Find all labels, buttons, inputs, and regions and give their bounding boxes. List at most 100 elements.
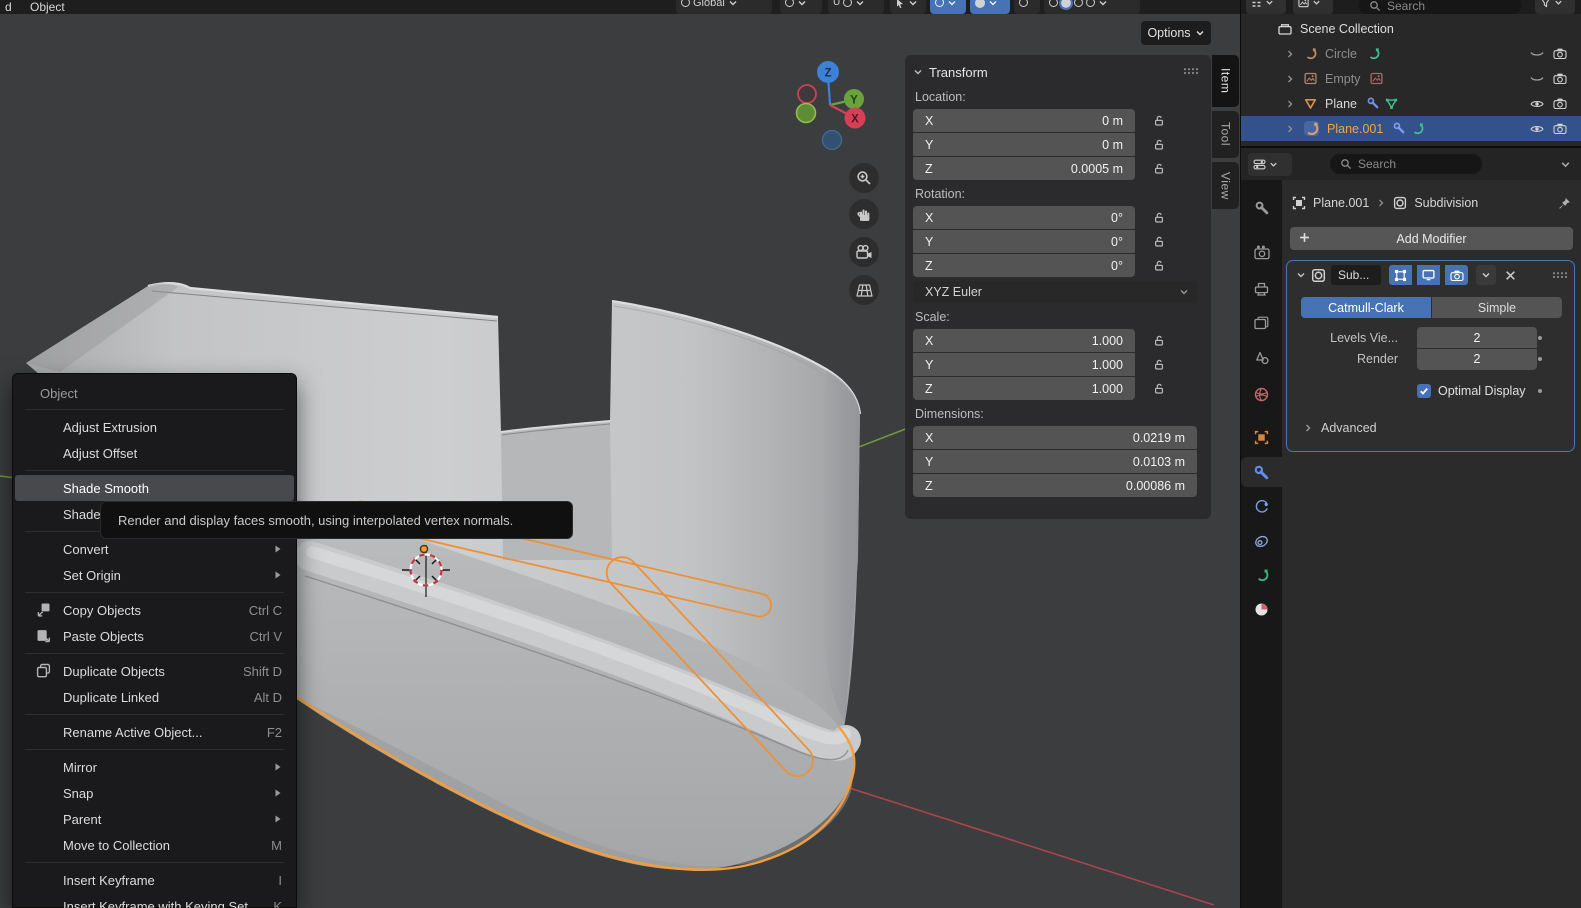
menu-item-insert-keyframe-keying-set[interactable]: Insert Keyframe with Keying SetK: [13, 893, 296, 908]
lock-open-icon[interactable]: [1153, 236, 1165, 248]
tab-object[interactable]: [1241, 422, 1282, 452]
rotation-x-field[interactable]: X0°: [913, 206, 1135, 229]
select-tool-dropdown[interactable]: [890, 0, 926, 14]
editor-divider-horizontal[interactable]: [1241, 146, 1581, 148]
panel-collapse-chevron-icon[interactable]: [913, 67, 923, 77]
outliner-row-scene-collection[interactable]: Scene Collection: [1241, 16, 1581, 41]
camera-visibility-icon[interactable]: [1553, 123, 1567, 134]
rotation-y-field[interactable]: Y0°: [913, 230, 1135, 253]
breadcrumb-panel-name[interactable]: Subdivision: [1414, 196, 1478, 210]
tab-output[interactable]: [1241, 274, 1282, 304]
sidebar-tab-view[interactable]: View: [1212, 162, 1239, 209]
tab-constraints[interactable]: [1241, 526, 1282, 556]
outliner-display-mode-dropdown[interactable]: [1293, 0, 1333, 14]
options-button[interactable]: Options: [1141, 21, 1211, 45]
lock-open-icon[interactable]: [1153, 163, 1165, 175]
menu-item-adjust-offset[interactable]: Adjust Offset: [13, 440, 296, 466]
sidebar-tab-item[interactable]: Item: [1212, 55, 1239, 107]
sidebar-tab-tool[interactable]: Tool: [1212, 111, 1239, 158]
location-z-field[interactable]: Z0.0005 m: [913, 157, 1135, 180]
menu-item-snap[interactable]: Snap: [13, 780, 296, 806]
shading-mode-group[interactable]: [1044, 0, 1140, 14]
tab-modifiers-active[interactable]: [1241, 457, 1282, 487]
lock-open-icon[interactable]: [1153, 212, 1165, 224]
tab-world[interactable]: [1241, 379, 1282, 409]
scale-y-field[interactable]: Y1.000: [913, 353, 1135, 376]
proportional-edit-toggle[interactable]: [930, 0, 966, 14]
tab-view-layer[interactable]: [1241, 308, 1282, 338]
scale-x-field[interactable]: X1.000: [913, 329, 1135, 352]
menu-item-duplicate-linked[interactable]: Duplicate LinkedAlt D: [13, 684, 296, 710]
camera-visibility-icon[interactable]: [1553, 98, 1567, 109]
simple-button[interactable]: Simple: [1432, 297, 1562, 318]
zoom-button[interactable]: [849, 163, 879, 193]
modifier-on-cage-toggle[interactable]: [1389, 265, 1412, 285]
menu-item-insert-keyframe[interactable]: Insert KeyframeI: [13, 867, 296, 893]
tab-material[interactable]: [1241, 594, 1282, 624]
menu-add-partial[interactable]: d: [5, 0, 12, 14]
advanced-subpanel-header[interactable]: Advanced: [1303, 421, 1574, 435]
outliner-filter-dropdown[interactable]: [1535, 0, 1575, 14]
location-y-field[interactable]: Y0 m: [913, 133, 1135, 156]
panel-expand-chevron-icon[interactable]: [1296, 270, 1306, 280]
pin-icon[interactable]: [1558, 197, 1571, 210]
outliner-row-plane-001-selected[interactable]: Plane.001: [1241, 116, 1581, 141]
snap-toggle[interactable]: [970, 0, 1010, 14]
menu-item-set-origin[interactable]: Set Origin: [13, 562, 296, 588]
ortho-grid-button[interactable]: [849, 275, 879, 305]
animate-decorator-dot[interactable]: [1538, 336, 1542, 340]
menu-item-convert[interactable]: Convert: [13, 536, 296, 562]
lock-open-icon[interactable]: [1153, 359, 1165, 371]
location-x-field[interactable]: X0 m: [913, 109, 1135, 132]
chevron-down-icon[interactable]: [1560, 159, 1571, 170]
scale-z-field[interactable]: Z1.000: [913, 377, 1135, 400]
outliner-editor-type-dropdown[interactable]: [1246, 0, 1286, 14]
lock-open-icon[interactable]: [1153, 260, 1165, 272]
properties-search-input[interactable]: Search: [1330, 154, 1482, 174]
menu-item-move-to-collection[interactable]: Move to CollectionM: [13, 832, 296, 858]
catmull-clark-button[interactable]: Catmull-Clark: [1301, 297, 1431, 318]
menu-object[interactable]: Object: [30, 0, 65, 14]
modifier-name-field[interactable]: Sub...: [1331, 265, 1381, 285]
menu-item-shade-smooth[interactable]: Shade Smooth: [15, 475, 294, 501]
add-modifier-button[interactable]: Add Modifier: [1290, 227, 1573, 250]
modifier-realtime-toggle[interactable]: [1417, 265, 1440, 285]
tab-physics[interactable]: [1241, 492, 1282, 522]
pan-button[interactable]: [849, 199, 879, 229]
camera-view-button[interactable]: [849, 237, 879, 267]
tab-object-data[interactable]: [1241, 560, 1282, 590]
menu-item-parent[interactable]: Parent: [13, 806, 296, 832]
lock-open-icon[interactable]: [1153, 335, 1165, 347]
levels-viewport-field[interactable]: 2: [1417, 327, 1537, 348]
snapping-dropdown[interactable]: U: [828, 0, 884, 14]
tab-scene[interactable]: [1241, 343, 1282, 373]
pivot-point-dropdown[interactable]: [780, 0, 822, 14]
menu-item-duplicate-objects[interactable]: Duplicate ObjectsShift D: [13, 658, 296, 684]
outliner-row-empty[interactable]: Empty: [1241, 66, 1581, 91]
modifier-drag-grip-icon[interactable]: [1552, 271, 1568, 279]
rotation-mode-dropdown[interactable]: XYZ Euler: [913, 281, 1197, 303]
eye-closed-icon[interactable]: [1530, 49, 1544, 59]
outliner-search-input[interactable]: Search: [1359, 0, 1521, 14]
eye-closed-icon[interactable]: [1530, 74, 1544, 84]
tab-render[interactable]: [1241, 237, 1282, 267]
lock-open-icon[interactable]: [1153, 139, 1165, 151]
lock-open-icon[interactable]: [1153, 383, 1165, 395]
menu-item-rename-active-object[interactable]: Rename Active Object...F2: [13, 719, 296, 745]
dimensions-x-field[interactable]: X0.0219 m: [913, 426, 1197, 449]
modifier-extras-dropdown[interactable]: [1476, 265, 1496, 285]
eye-open-icon[interactable]: [1530, 99, 1544, 109]
lock-open-icon[interactable]: [1153, 115, 1165, 127]
rotation-z-field[interactable]: Z0°: [913, 254, 1135, 277]
outliner-row-circle[interactable]: Circle: [1241, 41, 1581, 66]
panel-drag-grip-icon[interactable]: [1183, 67, 1199, 75]
menu-item-adjust-extrusion[interactable]: Adjust Extrusion: [13, 414, 296, 440]
tab-tool[interactable]: [1241, 193, 1282, 223]
close-icon[interactable]: [1505, 270, 1516, 281]
breadcrumb-object-name[interactable]: Plane.001: [1313, 196, 1369, 210]
camera-visibility-icon[interactable]: [1553, 73, 1567, 84]
optimal-display-checkbox[interactable]: [1417, 384, 1431, 398]
navigation-gizmo[interactable]: Z Y X: [792, 55, 876, 165]
dimensions-y-field[interactable]: Y0.0103 m: [913, 450, 1197, 473]
animate-decorator-dot[interactable]: [1538, 357, 1542, 361]
